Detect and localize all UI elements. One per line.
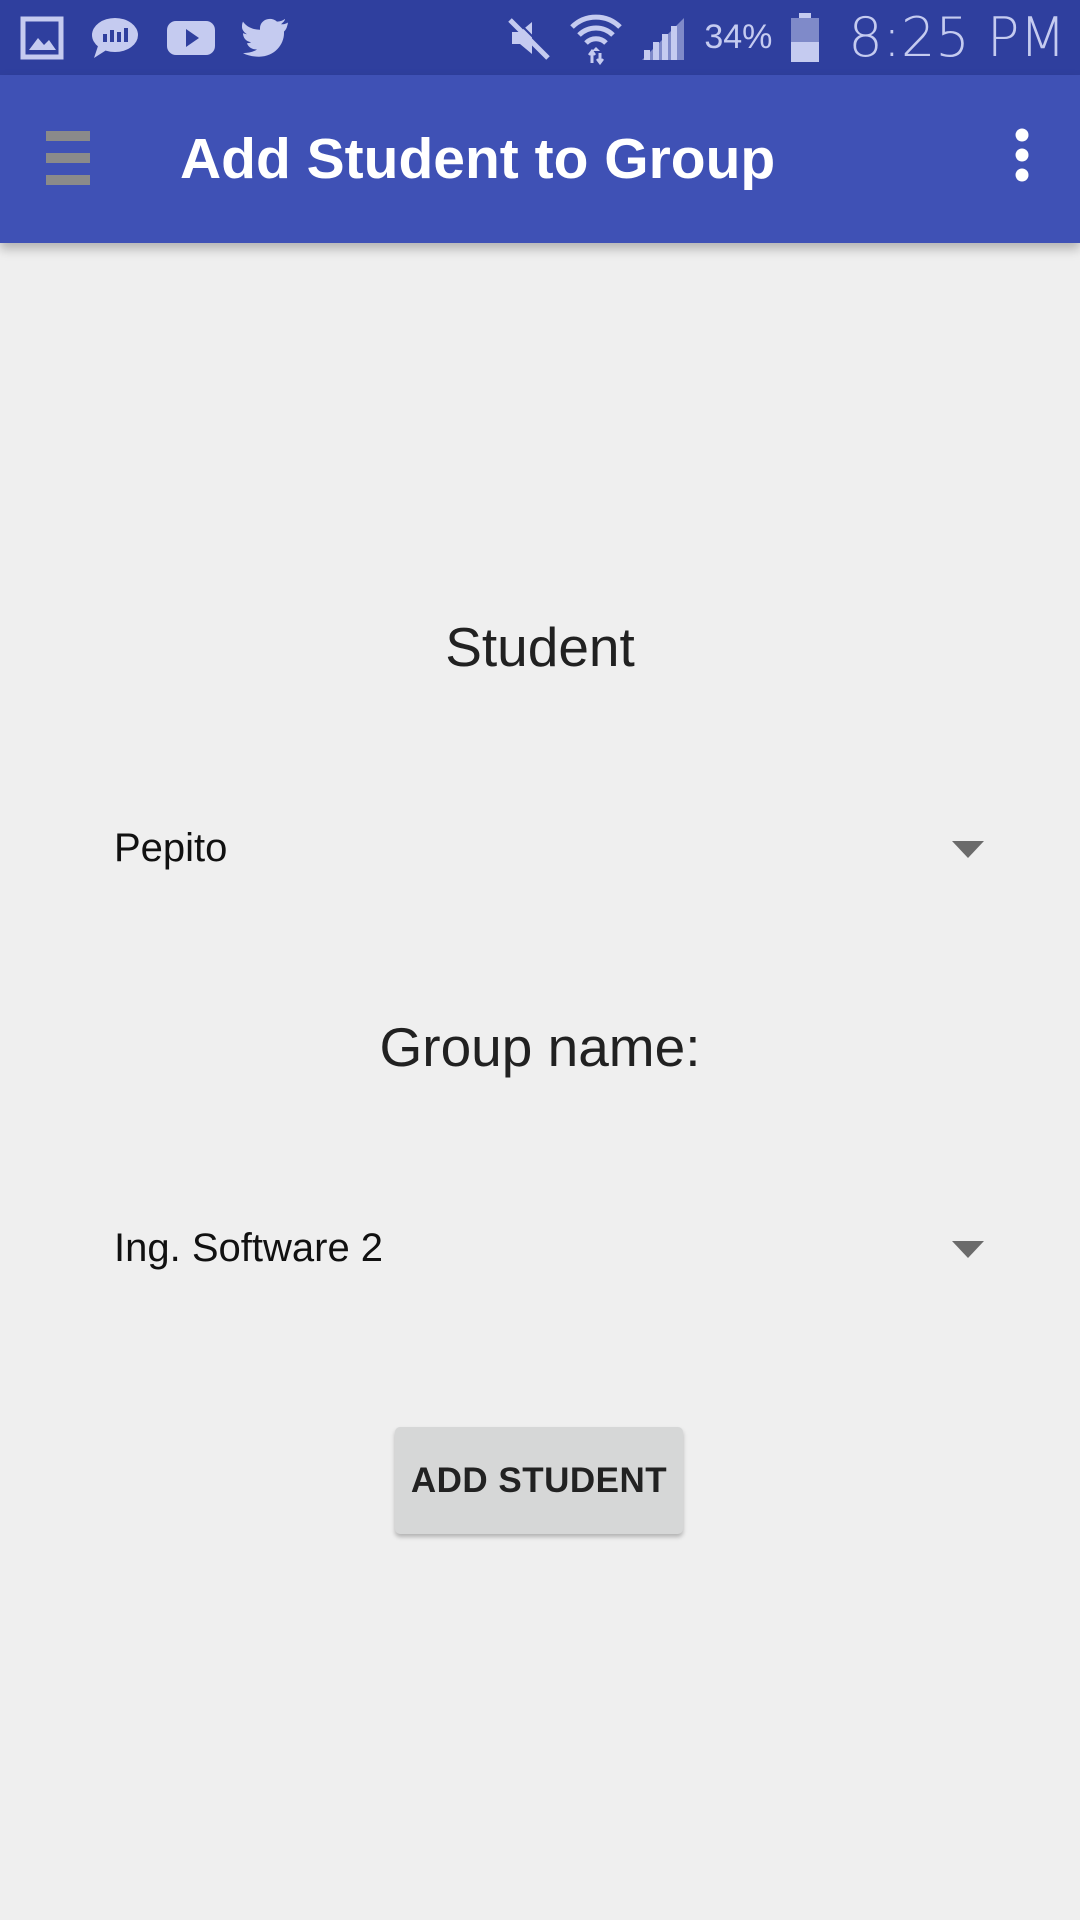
wifi-icon — [570, 11, 623, 65]
clock: 8:25 PM — [848, 6, 1066, 69]
student-spinner[interactable]: Pepito — [114, 803, 984, 893]
add-student-button[interactable]: ADD STUDENT — [395, 1427, 683, 1534]
youtube-icon — [166, 19, 216, 57]
hamburger-menu-icon[interactable] — [40, 127, 100, 193]
gallery-icon — [20, 16, 64, 60]
signal-icon — [640, 14, 686, 62]
messages-icon — [90, 16, 140, 60]
mute-icon — [504, 14, 553, 62]
status-bar: 34% 8:25 PM — [0, 0, 1080, 75]
student-label: Student — [445, 616, 635, 678]
notification-icons — [20, 14, 290, 62]
battery-icon — [790, 12, 820, 63]
twitter-icon — [242, 18, 290, 58]
app-bar: Add Student to Group — [0, 75, 1080, 243]
screen: 34% 8:25 PM Add Student to Group Student… — [0, 0, 1080, 1920]
battery-percent: 34% — [704, 18, 773, 56]
dropdown-arrow-icon — [952, 841, 984, 864]
group-selected-value: Ing. Software 2 — [114, 1226, 384, 1270]
page-title: Add Student to Group — [180, 127, 776, 191]
group-spinner[interactable]: Ing. Software 2 — [114, 1203, 984, 1293]
student-selected-value: Pepito — [114, 826, 228, 870]
group-name-label: Group name: — [379, 1016, 701, 1078]
more-vert-icon[interactable] — [994, 125, 1050, 191]
dropdown-arrow-icon — [952, 1241, 984, 1264]
system-icons: 34% 8:25 PM — [504, 0, 1066, 75]
